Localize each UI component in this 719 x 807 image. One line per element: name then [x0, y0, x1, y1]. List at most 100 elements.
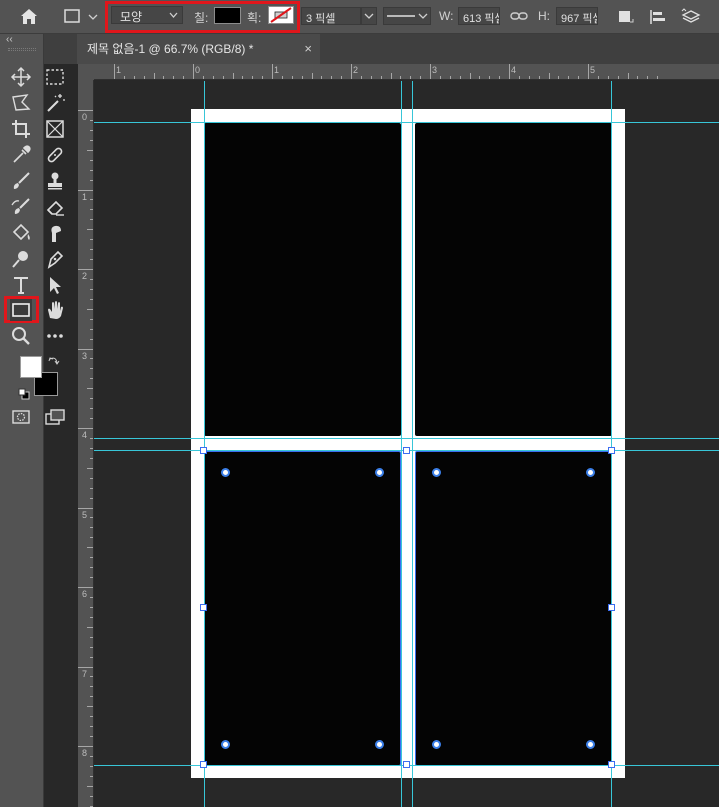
corner-radius-handle[interactable]: [586, 740, 595, 749]
type-tool[interactable]: [10, 274, 32, 296]
panel-grip[interactable]: [8, 48, 36, 51]
path-arrangement-button[interactable]: [680, 8, 702, 26]
transform-handle-top-right[interactable]: [608, 447, 615, 454]
corner-radius-handle[interactable]: [432, 740, 441, 749]
edit-toolbar-button[interactable]: [44, 325, 66, 347]
healing-brush-tool[interactable]: [44, 144, 66, 166]
lasso-tool[interactable]: [10, 92, 32, 114]
zoom-tool[interactable]: [10, 325, 32, 347]
corner-radius-handle[interactable]: [375, 740, 384, 749]
default-colors-button[interactable]: [18, 387, 30, 400]
smudge-icon: [51, 225, 61, 242]
ruler-minor-tick: [87, 467, 93, 469]
transform-handle-bottom-center[interactable]: [403, 761, 410, 768]
stroke-width-field[interactable]: 3 픽셀: [301, 7, 361, 25]
history-brush-tool[interactable]: [10, 196, 32, 218]
transform-handle-middle-left[interactable]: [200, 604, 207, 611]
rectangle-tool[interactable]: [10, 299, 32, 321]
horizontal-ruler[interactable]: 1 0 1 2 3 4 5: [94, 64, 719, 80]
transform-handle-bottom-left[interactable]: [200, 761, 207, 768]
hand-tool[interactable]: [44, 299, 66, 321]
height-field[interactable]: 967 픽셀: [556, 7, 598, 25]
guide-vertical[interactable]: [412, 81, 413, 807]
guide-vertical[interactable]: [611, 81, 612, 807]
rectangle-shape-bottom-right[interactable]: [415, 451, 612, 766]
paint-bucket-tool[interactable]: [10, 222, 32, 244]
ruler-label: 5: [590, 65, 596, 75]
foreground-color-swatch[interactable]: [20, 356, 42, 378]
vertical-ruler[interactable]: 0 1 2 3 4 5 6 7 8: [78, 80, 94, 807]
crop-tool[interactable]: [10, 118, 32, 140]
magic-wand-tool[interactable]: [44, 92, 66, 114]
marquee-tool[interactable]: [44, 66, 66, 88]
path-selection-tool[interactable]: [44, 274, 66, 296]
stamp-icon: [48, 172, 62, 190]
tool-preset-picker[interactable]: [62, 8, 100, 26]
document-tab-title: 제목 없음-1 @ 66.7% (RGB/8) *: [87, 42, 254, 56]
home-button[interactable]: [18, 7, 40, 27]
hand-icon: [48, 301, 63, 319]
ruler-minor-tick: [469, 73, 471, 79]
eraser-tool[interactable]: [44, 196, 66, 218]
fill-color-swatch[interactable]: [214, 7, 241, 24]
no-stroke-icon: [270, 7, 292, 23]
transform-handle-top-center[interactable]: [403, 447, 410, 454]
transform-handle-bottom-right[interactable]: [608, 761, 615, 768]
ruler-label: 0: [82, 112, 88, 122]
clone-stamp-tool[interactable]: [44, 170, 66, 192]
ruler-minor-tick: [242, 76, 244, 79]
stroke-color-swatch[interactable]: [268, 6, 294, 24]
document-tab[interactable]: 제목 없음-1 @ 66.7% (RGB/8) * ×: [77, 34, 320, 64]
link-dimensions-button[interactable]: [509, 9, 529, 23]
ruler-minor-tick: [87, 388, 93, 390]
move-tool[interactable]: [10, 66, 32, 88]
ruler-minor-tick: [87, 785, 93, 787]
stroke-width-dropdown[interactable]: [361, 7, 377, 25]
eyedropper-tool[interactable]: [10, 144, 32, 166]
guide-horizontal[interactable]: [94, 438, 719, 439]
ruler-label: 2: [353, 65, 359, 75]
width-field[interactable]: 613 픽셀: [458, 7, 500, 25]
transform-handle-top-left[interactable]: [200, 447, 207, 454]
polygonal-lasso-icon: [12, 94, 31, 111]
tool-mode-select[interactable]: 모양: [111, 6, 183, 24]
align-left-icon: [650, 10, 665, 24]
pen-tool[interactable]: [44, 248, 66, 270]
rectangle-shape-bottom-left[interactable]: [204, 451, 401, 766]
brush-tool[interactable]: [10, 170, 32, 192]
ruler-major-tick: [430, 64, 431, 79]
smudge-tool[interactable]: [44, 222, 66, 244]
quick-mask-button[interactable]: [10, 406, 32, 428]
ruler-minor-tick: [87, 626, 93, 628]
tab-close-button[interactable]: ×: [304, 34, 312, 64]
canvas-area[interactable]: [94, 81, 719, 807]
ruler-major-tick: [509, 64, 510, 79]
path-alignment-button[interactable]: [648, 8, 668, 26]
screen-mode-button[interactable]: [44, 406, 66, 428]
stroke-type-select[interactable]: [383, 7, 431, 25]
corner-radius-handle[interactable]: [432, 468, 441, 477]
swap-colors-button[interactable]: [48, 354, 60, 366]
ruler-major-tick: [588, 64, 589, 79]
rectangle-shape-top-left[interactable]: [204, 123, 401, 436]
corner-radius-handle[interactable]: [221, 468, 230, 477]
panel-collapse-button[interactable]: ‹‹: [6, 34, 13, 45]
frame-tool[interactable]: [44, 118, 66, 140]
guide-horizontal[interactable]: [94, 122, 719, 123]
guide-vertical[interactable]: [401, 81, 402, 807]
guide-vertical[interactable]: [204, 81, 205, 807]
ruler-minor-tick: [123, 76, 125, 79]
ruler-corner[interactable]: [78, 64, 94, 80]
tool-mode-value: 모양: [120, 10, 143, 24]
ruler-minor-tick: [87, 149, 93, 151]
dodge-tool[interactable]: [10, 248, 32, 270]
height-value: 967 픽셀: [561, 13, 597, 25]
corner-radius-handle[interactable]: [375, 468, 384, 477]
rectangle-shape-top-right[interactable]: [415, 123, 612, 436]
path-operations-button[interactable]: [616, 8, 636, 26]
stroke-label: 획:: [247, 11, 262, 25]
ruler-minor-tick: [331, 76, 333, 79]
corner-radius-handle[interactable]: [221, 740, 230, 749]
corner-radius-handle[interactable]: [586, 468, 595, 477]
transform-handle-middle-right[interactable]: [608, 604, 615, 611]
